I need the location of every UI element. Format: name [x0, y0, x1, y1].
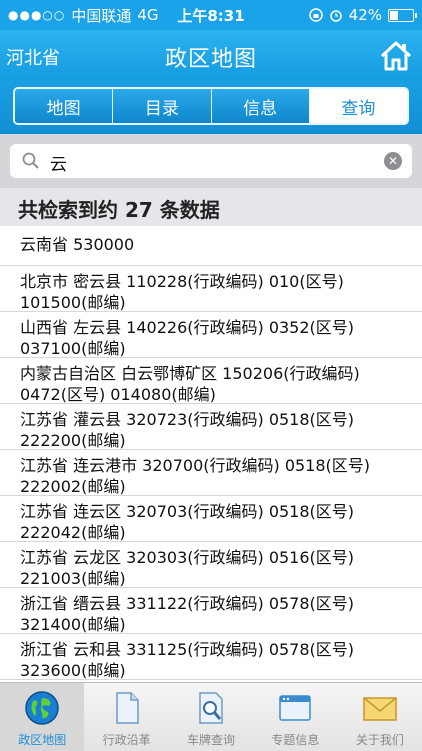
search-bar: ✕: [0, 134, 422, 188]
list-item-line2: 037100(邮编): [20, 339, 126, 358]
result-list: 云南省 530000 北京市 密云县 110228(行政编码) 010(区号) …: [0, 226, 422, 682]
app-header: 河北省 政区地图: [0, 30, 422, 80]
search-icon: [22, 152, 39, 169]
globe-icon: [25, 691, 59, 725]
bottom-tab-bar: 政区地图 行政沿革 车牌查询 专题信息 关于我们: [0, 682, 422, 751]
close-icon: ✕: [387, 154, 399, 168]
list-item-line1: 云南省 530000: [20, 235, 135, 254]
tab-catalog[interactable]: 目录: [113, 89, 212, 123]
list-item[interactable]: 浙江省 云和县 331125(行政编码) 0578(区号) 323600(邮编): [0, 634, 422, 680]
tabbar-label: 专题信息: [271, 733, 320, 747]
list-item-line1: 江苏省 灌云县 320723(行政编码) 0518(区号): [20, 410, 355, 429]
home-button[interactable]: [378, 38, 414, 74]
result-count-header: 共检索到约 27 条数据: [0, 188, 422, 226]
list-item[interactable]: 江苏省 连云区 320703(行政编码) 0518(区号) 222042(邮编): [0, 496, 422, 542]
tabbar-item-map[interactable]: 政区地图: [0, 683, 85, 751]
tab-query[interactable]: 查询: [309, 89, 407, 123]
list-item[interactable]: 江苏省 云龙区 320303(行政编码) 0516(区号) 221003(邮编): [0, 542, 422, 588]
magnifier-document-icon: [199, 692, 223, 724]
list-item-line2: 221003(邮编): [20, 569, 126, 588]
list-item-line1: 江苏省 连云港市 320700(行政编码) 0518(区号): [20, 456, 371, 475]
tabbar-item-history[interactable]: 行政沿革: [84, 683, 168, 751]
status-bar: ●●●○○ 中国联通 4G 上午8:31 42%: [0, 0, 422, 30]
envelope-icon: [363, 697, 397, 721]
list-item[interactable]: 北京市 密云县 110228(行政编码) 010(区号) 101500(邮编): [0, 266, 422, 312]
search-input[interactable]: [48, 148, 382, 176]
battery-icon: [388, 8, 417, 22]
tabbar-label: 车牌查询: [187, 733, 236, 747]
search-box[interactable]: ✕: [10, 144, 412, 178]
list-item-line1: 江苏省 云龙区 320303(行政编码) 0516(区号): [20, 548, 355, 567]
list-item-line2: 323600(邮编): [20, 661, 126, 680]
list-item[interactable]: 内蒙古自治区 白云鄂博矿区 150206(行政编码) 0472(区号) 0140…: [0, 358, 422, 404]
segmented-control: 地图 目录 信息 查询: [13, 87, 409, 125]
list-item-line1: 北京市 密云县 110228(行政编码) 010(区号): [20, 272, 344, 291]
segmented-tabs-bar: 地图 目录 信息 查询: [0, 80, 422, 134]
window-icon: [279, 695, 312, 721]
list-item-line1: 江苏省 连云区 320703(行政编码) 0518(区号): [20, 502, 355, 521]
tab-map[interactable]: 地图: [15, 89, 114, 123]
list-item-line1: 浙江省 云和县 331125(行政编码) 0578(区号): [20, 640, 355, 659]
clock: 上午8:31: [177, 6, 245, 25]
document-icon: [115, 692, 139, 724]
list-item-line2: 321400(邮编): [20, 615, 126, 634]
list-item-line2: 222042(邮编): [20, 523, 126, 542]
list-item[interactable]: 浙江省 缙云县 331122(行政编码) 0578(区号) 321400(邮编): [0, 588, 422, 634]
list-item-line1: 浙江省 缙云县 331122(行政编码) 0578(区号): [20, 594, 355, 613]
home-icon: [380, 41, 412, 71]
list-item[interactable]: 江苏省 灌云县 320723(行政编码) 0518(区号) 222200(邮编): [0, 404, 422, 450]
list-item[interactable]: 山西省 左云县 140226(行政编码) 0352(区号) 037100(邮编): [0, 312, 422, 358]
tabbar-label: 政区地图: [18, 733, 67, 747]
tab-info[interactable]: 信息: [211, 89, 310, 123]
tabbar-item-topics[interactable]: 专题信息: [253, 683, 337, 751]
tabbar-label: 行政沿革: [102, 733, 151, 747]
list-item-line2: 222002(邮编): [20, 477, 126, 496]
tabbar-label: 关于我们: [355, 733, 404, 747]
list-item-line2: 222200(邮编): [20, 431, 126, 450]
tabbar-item-about[interactable]: 关于我们: [338, 683, 422, 751]
list-item-line1: 内蒙古自治区 白云鄂博矿区 150206(行政编码): [20, 364, 360, 383]
list-item-line2: 101500(邮编): [20, 293, 126, 312]
list-item[interactable]: 江苏省 连云港市 320700(行政编码) 0518(区号) 222002(邮编…: [0, 450, 422, 496]
page-title: 政区地图: [164, 47, 257, 72]
list-item-line1: 山西省 左云县 140226(行政编码) 0352(区号): [20, 318, 355, 337]
list-item-line2: 0472(区号) 014080(邮编): [20, 385, 216, 404]
tabbar-item-plate-query[interactable]: 车牌查询: [169, 683, 253, 751]
clear-search-button[interactable]: ✕: [384, 152, 402, 170]
list-item[interactable]: 云南省 530000: [0, 226, 422, 266]
